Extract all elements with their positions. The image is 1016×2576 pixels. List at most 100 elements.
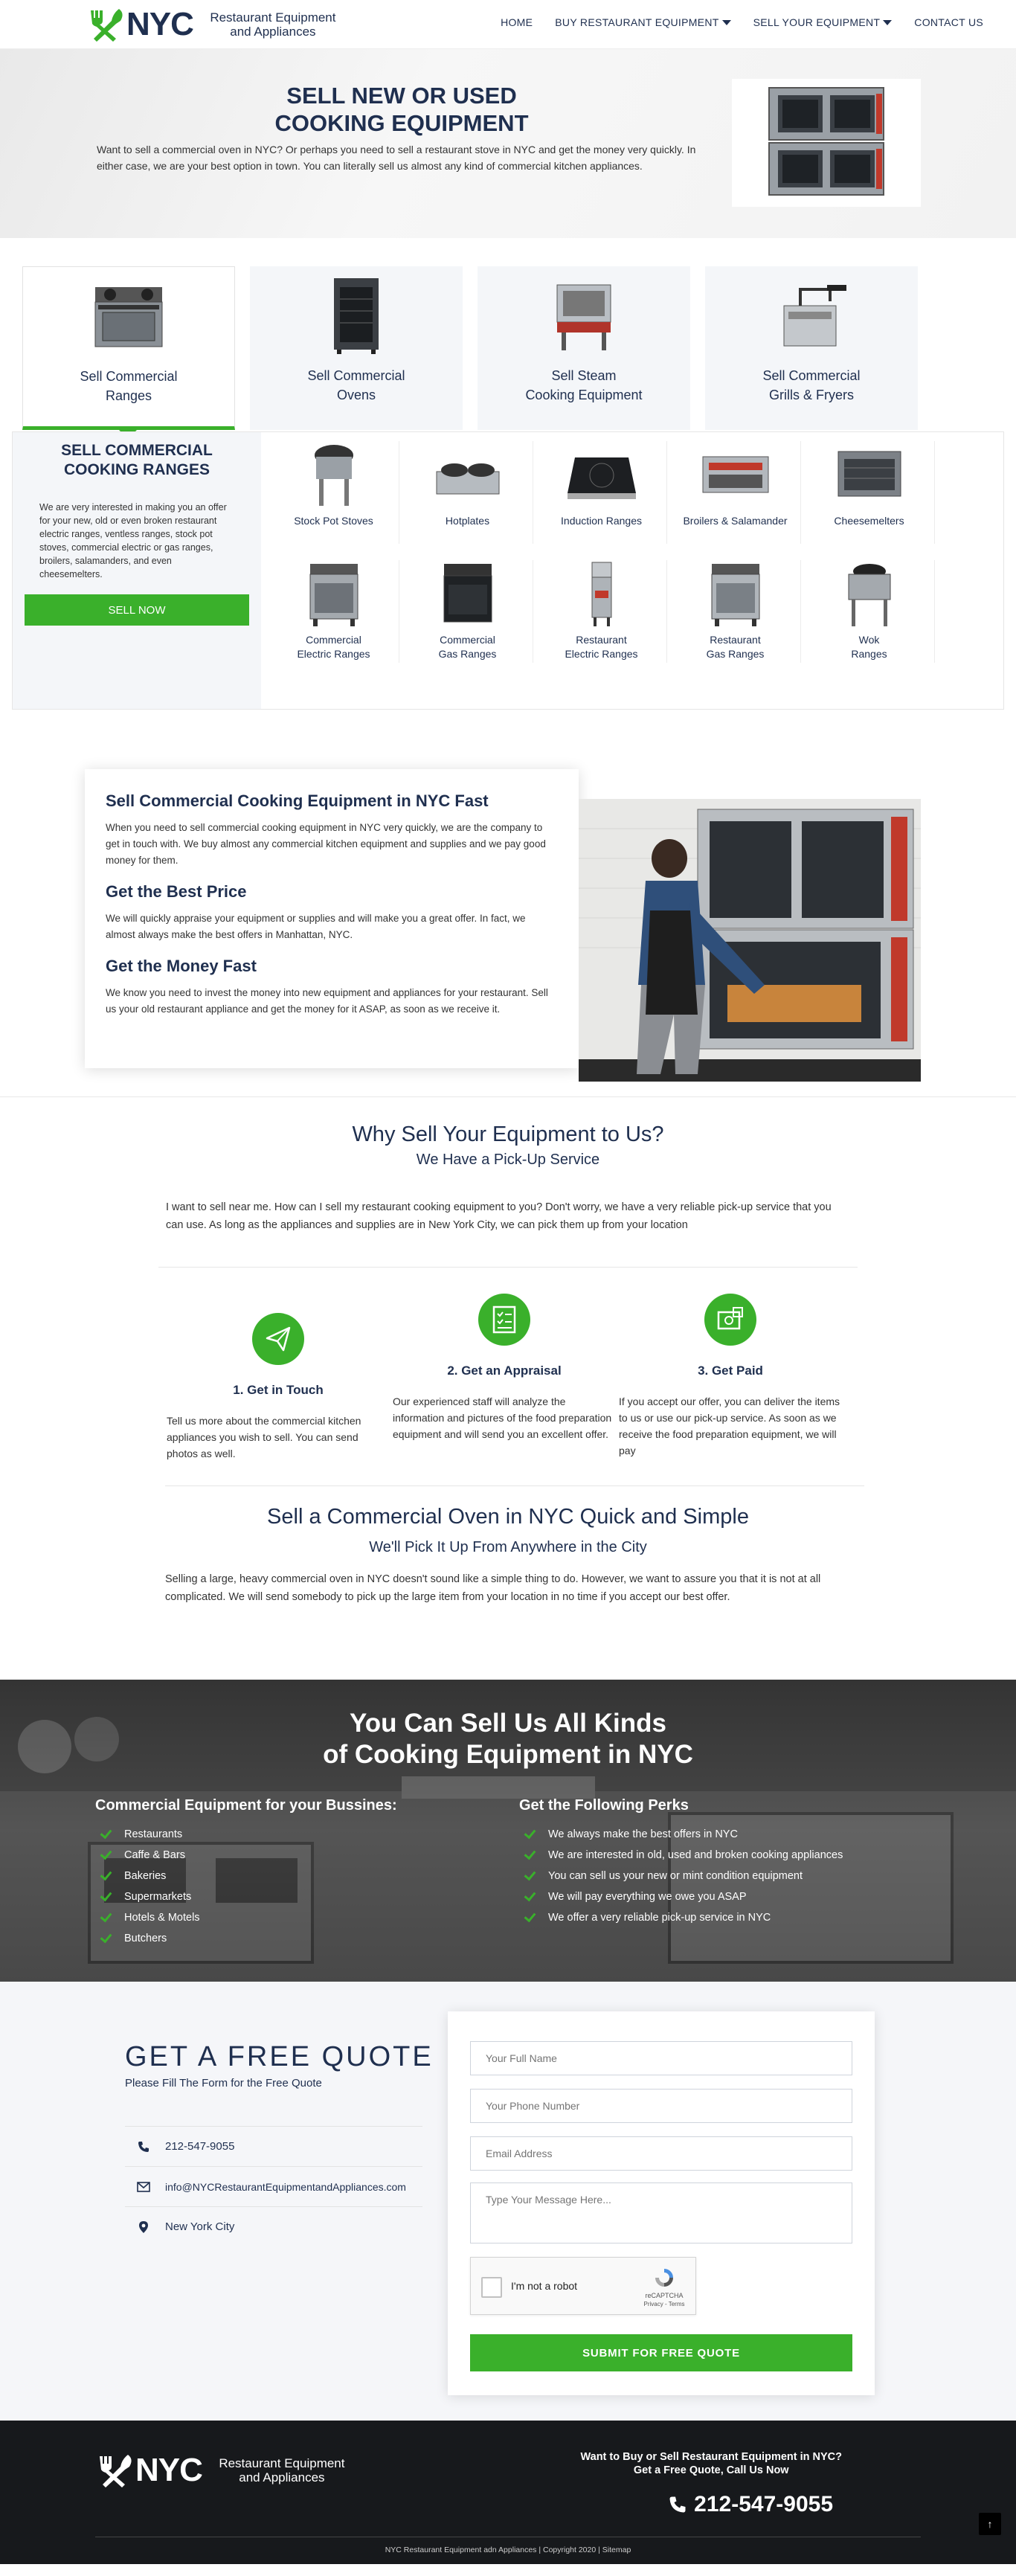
nav-buy-equipment[interactable]: BUY RESTAURANT EQUIPMENT (555, 16, 731, 28)
step-get-in-touch: 1. Get in Touch Tell us more about the c… (167, 1313, 390, 1462)
footer-phone[interactable]: 212-547-9055 (669, 2492, 833, 2517)
card-sell-grills[interactable]: Sell Commercial Grills & Fryers (705, 266, 918, 430)
subcat-label: Stock Pot Stoves (294, 515, 373, 527)
list-item: Supermarkets (100, 1886, 200, 1907)
subcat-label: Hotplates (445, 515, 490, 527)
contact-email[interactable]: info@NYCRestaurantEquipmentandAppliances… (125, 2166, 422, 2206)
subcat-induction-ranges[interactable]: Induction Ranges (536, 441, 667, 544)
quote-title: GET A FREE QUOTE (125, 2041, 434, 2072)
card-sell-ranges[interactable]: Sell Commercial Ranges (22, 266, 235, 430)
list-item-label: We always make the best offers in NYC (548, 1828, 738, 1840)
induction-range-image (561, 441, 643, 510)
gas-range-image (427, 560, 509, 629)
range-image (77, 276, 181, 358)
subcat-restaurant-gas-ranges[interactable]: Restaurant Gas Ranges (670, 560, 801, 663)
nav-contact-label: CONTACT US (914, 16, 983, 28)
salamander-image (695, 441, 777, 510)
checklist-icon (478, 1294, 530, 1346)
chevron-down-icon (721, 19, 731, 25)
list-item: We always make the best offers in NYC (524, 1824, 843, 1845)
subcat-wok-ranges[interactable]: Wok Ranges (804, 560, 935, 663)
card-sell-ovens[interactable]: Sell Commercial Ovens (250, 266, 463, 430)
banner-title-line2: of Cooking Equipment in NYC (323, 1740, 693, 1769)
subcat-broilers-salamander[interactable]: Broilers & Salamander (670, 441, 801, 544)
info-text-money: We know you need to invest the money int… (106, 987, 548, 1015)
banner-right-title: Get the Following Perks (519, 1797, 689, 1814)
logo-subtitle: Restaurant Equipment and Appliances (210, 10, 336, 39)
contact-phone[interactable]: 212-547-9055 (125, 2126, 422, 2166)
electric-range-image (293, 560, 375, 629)
step-get-paid: 3. Get Paid If you accept our offer, you… (619, 1294, 842, 1459)
wok-range-image (829, 560, 910, 629)
recaptcha-checkbox[interactable] (481, 2277, 502, 2298)
step-title: 2. Get an Appraisal (447, 1364, 562, 1378)
subcat-hotplates[interactable]: Hotplates (402, 441, 533, 544)
main-nav: HOME BUY RESTAURANT EQUIPMENT SELL YOUR … (478, 16, 983, 28)
subcat-commercial-electric-ranges[interactable]: Commercial Electric Ranges (269, 560, 399, 663)
card-label-line1: Sell Commercial (80, 369, 178, 384)
phone-icon (137, 2141, 150, 2153)
subcat-label-line1: Commercial (306, 634, 361, 646)
ranges-panel-title: SELL COMMERCIAL COOKING RANGES (61, 442, 213, 478)
footer-logo[interactable]: NYC Restaurant Equipment and Appliances (95, 2452, 353, 2489)
oven-image (304, 275, 408, 357)
site-logo[interactable]: NYC Restaurant Equipment and Appliances (86, 6, 344, 43)
list-item: Hotels & Motels (100, 1907, 200, 1928)
logo-nyc-text: NYC (126, 6, 194, 42)
subcat-label-line1: Restaurant (576, 634, 627, 646)
submit-quote-button[interactable]: SUBMIT FOR FREE QUOTE (470, 2334, 852, 2371)
footer-logo-subtitle: Restaurant Equipment and Appliances (219, 2456, 345, 2485)
subcat-stock-pot-stoves[interactable]: Stock Pot Stoves (269, 441, 399, 544)
site-footer: NYC Restaurant Equipment and Appliances … (0, 2421, 1016, 2564)
step-get-appraisal: 2. Get an Appraisal Our experienced staf… (393, 1294, 616, 1442)
subcat-label-line2: Electric Ranges (297, 648, 370, 660)
steamer-image (532, 275, 636, 357)
nav-sell-equipment[interactable]: SELL YOUR EQUIPMENT (753, 16, 893, 28)
subcat-restaurant-electric-ranges[interactable]: Restaurant Electric Ranges (536, 560, 667, 663)
footer-logo-nyc-text: NYC (135, 2452, 203, 2488)
message-field[interactable] (470, 2182, 852, 2243)
sell-now-button[interactable]: SELL NOW (25, 594, 249, 626)
subcat-label-line2: Gas Ranges (438, 648, 497, 660)
card-label-line2: Grills & Fryers (769, 388, 854, 402)
info-text-price: We will quickly appraise your equipment … (106, 913, 526, 940)
nav-home[interactable]: HOME (501, 16, 533, 28)
card-label-line2: Cooking Equipment (525, 388, 643, 402)
list-item-label: Supermarkets (124, 1891, 192, 1903)
recaptcha-widget: I'm not a robot reCAPTCHA Privacy - Term… (470, 2257, 696, 2315)
phone-field[interactable] (470, 2089, 852, 2123)
list-item: You can sell us your new or mint conditi… (524, 1866, 843, 1886)
contact-location-text: New York City (165, 2220, 235, 2233)
nav-contact[interactable]: CONTACT US (914, 16, 983, 28)
step-title: 1. Get in Touch (233, 1383, 324, 1397)
subcat-label: Broilers & Salamander (683, 515, 788, 527)
card-sell-steam[interactable]: Sell Steam Cooking Equipment (478, 266, 690, 430)
why-subtitle: We Have a Pick-Up Service (416, 1152, 600, 1168)
utensils-logo-icon (86, 7, 125, 42)
list-item: Restaurants (100, 1824, 200, 1845)
double-oven-image (732, 79, 921, 207)
info-heading-price: Get the Best Price (106, 882, 247, 901)
footer-phone-text: 212-547-9055 (694, 2492, 833, 2516)
list-item: We are interested in old, used and broke… (524, 1845, 843, 1866)
recaptcha-logo: reCAPTCHA Privacy - Terms (642, 2267, 687, 2309)
chevron-down-icon (883, 19, 893, 25)
category-cards: Sell Commercial Ranges Sell Commercial O… (0, 238, 1016, 439)
recaptcha-icon (655, 2269, 673, 2287)
back-to-top-button[interactable]: ↑ (979, 2513, 1001, 2535)
subcat-label-line2: Gas Ranges (706, 648, 765, 660)
recaptcha-links[interactable]: Privacy - Terms (642, 2300, 687, 2309)
list-item-label: Hotels & Motels (124, 1912, 200, 1924)
subcat-label: Cheesemelters (834, 515, 904, 527)
footer-cta: Want to Buy or Sell Restaurant Equipment… (580, 2450, 842, 2477)
subcat-commercial-gas-ranges[interactable]: Commercial Gas Ranges (402, 560, 533, 663)
restaurant-electric-range-image (561, 560, 643, 629)
subcat-cheesemelters[interactable]: Cheesemelters (804, 441, 935, 544)
why-title: Why Sell Your Equipment to Us? (352, 1122, 664, 1146)
name-field[interactable] (470, 2041, 852, 2075)
contact-location: New York City (125, 2206, 422, 2246)
list-item: Butchers (100, 1928, 200, 1949)
info-text-fast: When you need to sell commercial cooking… (106, 822, 546, 866)
step-title: 3. Get Paid (698, 1364, 763, 1378)
email-field[interactable] (470, 2136, 852, 2171)
